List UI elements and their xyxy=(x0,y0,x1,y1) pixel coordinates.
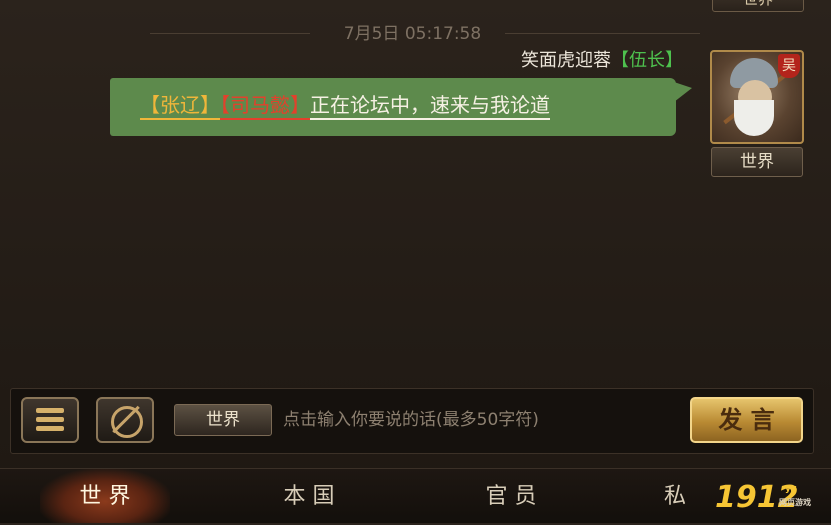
chat-input[interactable] xyxy=(281,403,685,437)
sender-channel-badge: 世界 xyxy=(711,147,803,177)
message-timestamp: 7月5日 05:17:58 xyxy=(343,24,482,44)
menu-button[interactable] xyxy=(21,397,79,443)
timestamp-row: 7月5日 05:17:58 xyxy=(0,22,831,46)
tab-world[interactable]: 世 界 xyxy=(40,469,170,523)
channel-select[interactable]: 世界 xyxy=(174,404,272,436)
send-button[interactable]: 发 言 xyxy=(690,397,803,443)
channel-tabs: 世 界 本 国 官 员 私 xyxy=(0,468,831,523)
sender-name[interactable]: 笑面虎迎蓉【伍长】 xyxy=(521,48,683,74)
watermark-subtitle: 网页游戏 xyxy=(779,498,811,507)
message-bubble[interactable]: 【张辽】【司马懿】正在论坛中，速来与我论道 xyxy=(110,78,692,136)
voice-mute-button[interactable] xyxy=(96,397,154,443)
sender-nickname: 笑面虎迎蓉 xyxy=(521,50,611,71)
tab-officials[interactable]: 官 员 xyxy=(446,469,576,523)
watermark-logo: 1912 yx 网页游戏 xyxy=(715,478,825,518)
faction-badge: 吴 xyxy=(778,54,800,78)
hero-link-zhangliao[interactable]: 【张辽】 xyxy=(140,93,220,120)
message-content: 【张辽】【司马懿】正在论坛中，速来与我论道 xyxy=(140,90,550,120)
chat-input-bar: 世界 发 言 xyxy=(10,388,814,454)
sender-avatar[interactable]: 吴 xyxy=(710,50,804,144)
avatar-beard xyxy=(734,100,774,136)
watermark-tag: yx xyxy=(785,484,797,494)
channel-badge-top: 世界 xyxy=(712,0,804,12)
timestamp-divider-left xyxy=(150,33,310,34)
hero-link-simayi[interactable]: 【司马懿】 xyxy=(220,93,310,120)
tab-country[interactable]: 本 国 xyxy=(244,469,374,523)
tab-private[interactable]: 私 xyxy=(640,469,710,523)
timestamp-divider-right xyxy=(505,33,700,34)
sender-rank: 【伍长】 xyxy=(611,50,683,71)
message-text-link[interactable]: 正在论坛中，速来与我论道 xyxy=(310,93,550,120)
